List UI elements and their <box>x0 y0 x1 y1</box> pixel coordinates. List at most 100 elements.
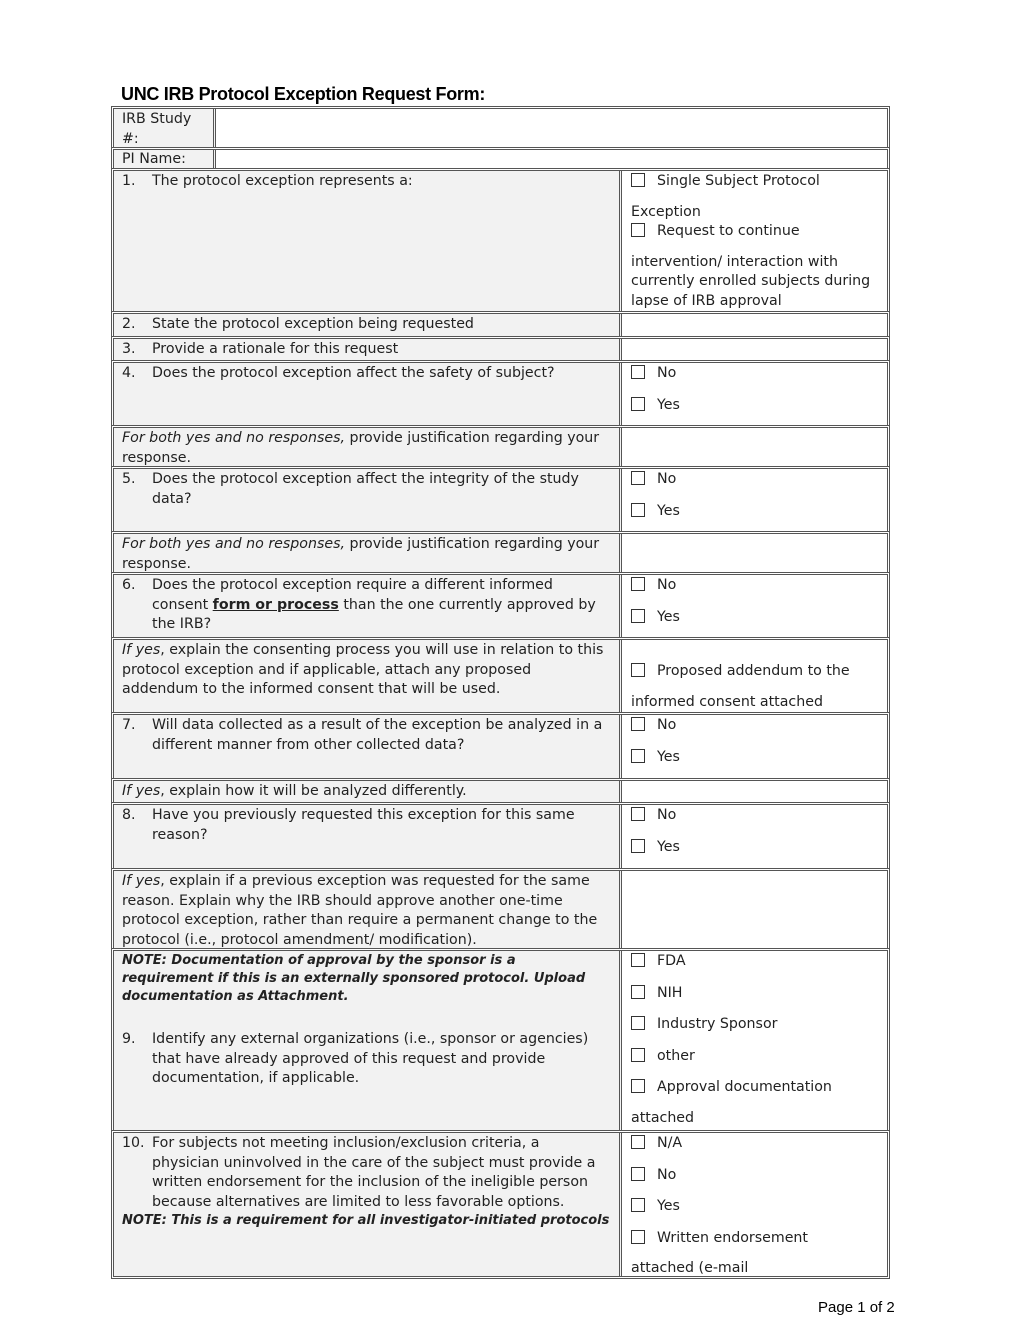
option-label-cont: attached (e-mail <box>631 1260 749 1276</box>
question-number: 9. <box>122 1031 136 1047</box>
irb-study-input[interactable] <box>216 109 887 147</box>
question-number: 10. <box>122 1135 145 1151</box>
question-text: Will data collected as a result of the e… <box>152 717 603 753</box>
question-8-row: 8. Have you previously requested this exc… <box>111 802 890 868</box>
checkbox-request-continue[interactable] <box>631 223 645 237</box>
checkbox-na[interactable] <box>631 1135 645 1149</box>
question-9-row: NOTE: Documentation of approval by the s… <box>111 948 890 1130</box>
checkbox-no[interactable] <box>631 471 645 485</box>
question-7-followup-answer[interactable] <box>622 781 887 802</box>
question-text: The protocol exception represents a: <box>152 173 413 189</box>
option-label: Yes <box>657 838 680 855</box>
checkbox-yes[interactable] <box>631 838 645 853</box>
question-9: NOTE: Documentation of approval by the s… <box>114 951 622 1130</box>
question-6-options: No Yes <box>622 575 887 637</box>
option-label-cont: informed consent attached <box>631 693 823 710</box>
form-title: UNC IRB Protocol Exception Request Form: <box>121 84 486 104</box>
sponsor-note: NOTE: Documentation of approval by the s… <box>122 953 586 1004</box>
checkbox-no[interactable] <box>631 807 645 821</box>
followup-prompt: If yes, explain if a previous exception … <box>114 871 622 948</box>
question-text: Identify any external organizations (i.e… <box>152 1031 589 1086</box>
italic-text: If yes <box>122 642 161 658</box>
question-text: Does the protocol exception require a di… <box>152 576 611 635</box>
checkbox-yes[interactable] <box>631 502 645 517</box>
pi-name-row: PI Name: <box>111 147 890 168</box>
checkbox-single-subject[interactable] <box>631 173 645 187</box>
checkbox-no[interactable] <box>631 577 645 591</box>
pi-name-input[interactable] <box>216 150 887 168</box>
option-label: Yes <box>657 1198 680 1214</box>
option-label: Industry Sponsor <box>657 1016 778 1032</box>
option-label: Approval documentation <box>657 1079 832 1095</box>
question-7: 7. Will data collected as a result of the… <box>114 715 622 778</box>
question-5-row: 5. Does the protocol exception affect the… <box>111 466 890 531</box>
checkbox-yes[interactable] <box>631 396 645 411</box>
checkbox-approval-documentation[interactable] <box>631 1079 645 1093</box>
option-label: No <box>657 717 677 733</box>
justification-prompt: For both yes and no responses, provide j… <box>114 428 622 466</box>
checkbox-no[interactable] <box>631 365 645 379</box>
checkbox-yes[interactable] <box>631 1198 645 1212</box>
question-2-answer[interactable] <box>622 314 887 336</box>
option-label-cont: intervention/ interaction with currently… <box>631 253 871 309</box>
question-6: 6. Does the protocol exception require a … <box>114 575 622 637</box>
investigator-note: NOTE: This is a requirement for all inve… <box>122 1213 610 1228</box>
prompt-text: , explain if a previous exception was re… <box>122 873 598 948</box>
question-3-row: 3. Provide a rationale for this request <box>111 336 890 360</box>
question-5-justification-answer[interactable] <box>622 534 887 572</box>
checkbox-no[interactable] <box>631 717 645 731</box>
checkbox-industry-sponsor[interactable] <box>631 1016 645 1030</box>
question-number: 1. <box>122 173 136 189</box>
followup-prompt: If yes, explain the consenting process y… <box>114 640 622 712</box>
exception-request-form: IRB Study #: PI Name: 1. The protocol exc… <box>111 106 890 1279</box>
question-10: 10. For subjects not meeting inclusion/ex… <box>114 1133 622 1276</box>
question-10-row: 10. For subjects not meeting inclusion/ex… <box>111 1130 890 1279</box>
question-number: 6. <box>122 577 136 593</box>
justification-prompt: For both yes and no responses, provide j… <box>114 534 622 572</box>
option-label: No <box>657 365 677 381</box>
question-text: For subjects not meeting inclusion/exclu… <box>152 1135 596 1210</box>
question-8-options: No Yes <box>622 805 887 868</box>
question-3-answer[interactable] <box>622 339 887 360</box>
question-text: Provide a rationale for this request <box>152 341 399 357</box>
option-label: Written endorsement <box>657 1229 808 1246</box>
option-label-cont: Exception <box>631 203 701 220</box>
option-label: N/A <box>657 1135 683 1151</box>
italic-text: If yes <box>122 873 161 889</box>
prompt-text: , explain the consenting process you wil… <box>122 642 604 697</box>
irb-study-label: IRB Study #: <box>114 109 216 147</box>
italic-text: If yes <box>122 783 161 799</box>
checkbox-addendum-attached[interactable] <box>631 663 645 677</box>
option-label: FDA <box>657 953 686 969</box>
checkbox-other[interactable] <box>631 1047 645 1062</box>
option-label: Single Subject Protocol <box>657 173 820 189</box>
question-8-followup-answer[interactable] <box>622 871 887 948</box>
question-text: Does the protocol exception affect the i… <box>152 471 579 507</box>
italic-text: For both yes and no responses, <box>122 430 345 446</box>
checkbox-written-endorsement[interactable] <box>631 1229 645 1244</box>
option-label: No <box>657 577 677 593</box>
option-label: other <box>657 1047 695 1064</box>
checkbox-fda[interactable] <box>631 953 645 967</box>
followup-prompt: If yes, explain how it will be analyzed … <box>114 781 622 802</box>
italic-text: For both yes and no responses, <box>122 536 345 552</box>
checkbox-nih[interactable] <box>631 984 645 999</box>
question-3: 3. Provide a rationale for this request <box>114 339 622 360</box>
question-7-options: No Yes <box>622 715 887 778</box>
option-label: Proposed addendum to the <box>657 663 850 679</box>
question-4: 4. Does the protocol exception affect the… <box>114 363 622 425</box>
question-2: 2. State the protocol exception being req… <box>114 314 622 336</box>
page-number: Page 1 of 2 <box>818 1299 895 1316</box>
question-2-row: 2. State the protocol exception being req… <box>111 311 890 336</box>
checkbox-no[interactable] <box>631 1166 645 1181</box>
question-4-justification-answer[interactable] <box>622 428 887 466</box>
question-text: Does the protocol exception affect the s… <box>152 365 555 381</box>
question-number: 8. <box>122 807 136 823</box>
question-6-followup-option: Proposed addendum to the informed consen… <box>622 640 887 712</box>
question-8: 8. Have you previously requested this exc… <box>114 805 622 868</box>
checkbox-yes[interactable] <box>631 748 645 763</box>
question-7-followup-row: If yes, explain how it will be analyzed … <box>111 778 890 802</box>
prompt-text: , explain how it will be analyzed differ… <box>160 783 467 799</box>
emphasized-text: form or process <box>212 596 339 613</box>
checkbox-yes[interactable] <box>631 608 645 623</box>
